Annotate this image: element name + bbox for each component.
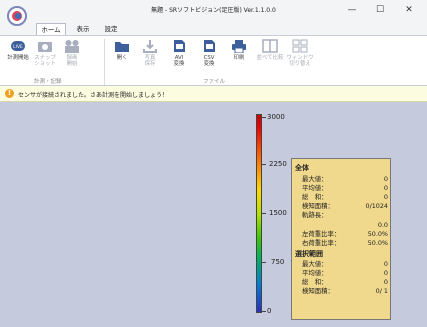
stat-row: 左荷重比率： 50.0% — [302, 230, 388, 238]
info-icon: ! — [5, 89, 14, 98]
stat-row: 右荷重比率： 50.0% — [302, 239, 388, 247]
notice-text: センサが接続されました。さあ計測を開始しましょう！ — [18, 92, 169, 99]
statistics-panel: 全体 最大値： 0 平均値： 0 総 和： 0 検知面積： 0/1024 軌跡長： 0.… — [291, 158, 391, 320]
csv-convert-button[interactable]: CSV 変換 — [197, 39, 221, 67]
avi-convert-icon — [171, 39, 187, 53]
scale-label-max: 3000 — [267, 113, 285, 121]
scale-tick — [262, 117, 266, 118]
save-photo-button[interactable]: 写真 保存 — [139, 39, 161, 67]
avi-convert-button[interactable]: AVI 変換 — [167, 39, 191, 67]
stat-row: 最大値： 0 — [302, 175, 388, 183]
stat-row: 最大値： 0 — [302, 260, 388, 268]
ribbon: LIVE 計測開始 スナップ ショット 録画 開始 開く 写真 保存 AVI 変換 CS… — [0, 35, 427, 86]
overall-heading: 全体 — [295, 164, 309, 172]
window-switch-button[interactable]: ウィンドウ 切り替え — [286, 39, 314, 67]
ribbon-tabs: ホーム 表示 設定 — [0, 21, 427, 35]
stat-row: 検知面積： 0/1024 — [302, 202, 388, 210]
group-separator — [104, 39, 105, 85]
open-folder-icon — [114, 39, 130, 53]
tab-view[interactable]: 表示 — [70, 23, 96, 35]
stat-row: 検知面積： 0/ 1 — [302, 287, 388, 295]
scale-tick — [262, 164, 266, 165]
open-button[interactable]: 開く — [111, 39, 133, 61]
print-button[interactable]: 印刷 — [227, 39, 251, 61]
stat-row: 総 和： 0 — [302, 193, 388, 201]
scale-tick — [262, 311, 266, 312]
start-measure-button[interactable]: LIVE 計測開始 — [6, 39, 30, 61]
window-title: 無題 - SRソフトビジョン(足圧版) Ver.1.1.0.0 — [151, 7, 276, 14]
record-button[interactable]: 録画 開始 — [62, 39, 82, 67]
stat-row: 平均値： 0 — [302, 269, 388, 277]
stat-row: 平均値： 0 — [302, 184, 388, 192]
tab-home[interactable]: ホーム — [36, 23, 66, 35]
print-icon — [231, 39, 247, 54]
stat-row: 総 和： 0 — [302, 278, 388, 286]
camera-icon — [37, 39, 53, 53]
compare-button[interactable]: 並べて比較 — [256, 39, 284, 61]
tab-settings[interactable]: 設定 — [98, 23, 124, 35]
svg-text:LIVE: LIVE — [13, 44, 23, 50]
scale-label-min: 0 — [267, 307, 272, 315]
save-photo-icon — [142, 39, 158, 53]
snapshot-button[interactable]: スナップ ショット — [33, 39, 57, 67]
stat-row: 軌跡長： — [302, 211, 328, 219]
stat-row: 0.0 — [377, 221, 388, 229]
selection-heading: 選択範囲 — [295, 250, 323, 258]
scale-label: 1500 — [269, 209, 287, 217]
maximize-button[interactable]: ☐ — [370, 3, 390, 17]
minimize-button[interactable]: — — [342, 3, 362, 17]
scale-label: 750 — [271, 258, 285, 266]
window-switch-icon — [292, 39, 308, 53]
csv-convert-icon — [201, 39, 217, 53]
group-label-file: ファイル — [203, 79, 226, 85]
live-icon: LIVE — [10, 39, 26, 53]
compare-icon — [262, 39, 278, 53]
group-label-measure: 計測・記録 — [34, 79, 62, 85]
title-bar: 無題 - SRソフトビジョン(足圧版) Ver.1.1.0.0 — ☐ ✕ — [0, 0, 427, 21]
scale-tick — [262, 213, 266, 214]
close-button[interactable]: ✕ — [399, 3, 419, 17]
app-logo-icon[interactable] — [7, 6, 27, 26]
scale-tick — [262, 262, 266, 263]
scale-label: 2250 — [269, 160, 287, 168]
notice-bar: ! センサが接続されました。さあ計測を開始しましょう！ — [0, 86, 427, 102]
record-icon — [64, 39, 80, 53]
